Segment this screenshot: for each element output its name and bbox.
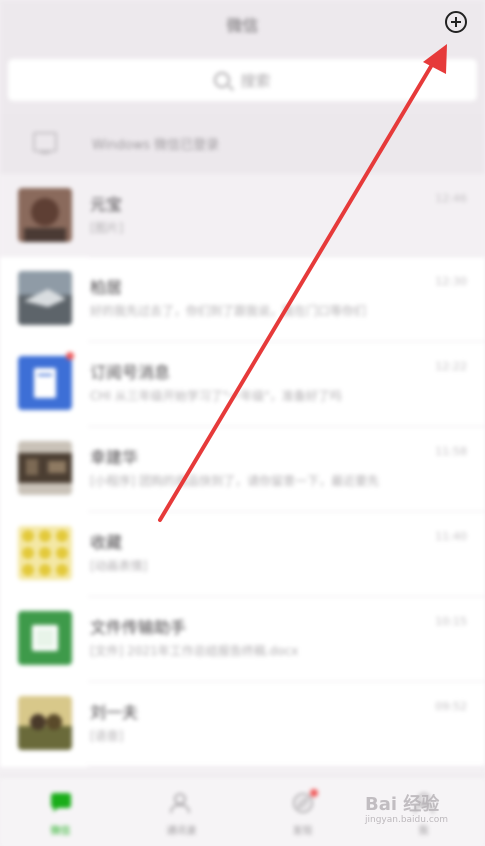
- chat-preview: [动画表情]: [90, 559, 148, 573]
- page-title: 微信: [226, 16, 259, 35]
- chat-name: 订阅号消息: [90, 363, 171, 382]
- search-box[interactable]: 搜索: [8, 59, 477, 101]
- chat-name: 文件传输助手: [90, 618, 187, 637]
- chat-item[interactable]: 文件传输助手 [文件] 2021年工作总结报告终稿.docx 10:15: [0, 597, 485, 682]
- tab-discover[interactable]: 发现: [242, 777, 363, 846]
- avatar: [18, 526, 72, 580]
- avatar: [18, 188, 72, 242]
- tab-label: 微信: [50, 826, 71, 837]
- chat-preview: [小程序] 团购的商品快到了，请你留意一下，最近要先: [90, 474, 380, 488]
- chat-item[interactable]: 元宝 [图片] 12:46: [0, 174, 485, 257]
- wechat-screen: 微信 搜索 Windows 微信已登录 元宝 [图片] 12:46 柏居 好的我…: [0, 0, 485, 846]
- chat-name: 柏居: [90, 278, 123, 297]
- chat-preview: [图片]: [90, 221, 124, 235]
- chat-item[interactable]: 收藏 [动画表情] 11:40: [0, 512, 485, 597]
- search-placeholder: 搜索: [8, 70, 477, 91]
- search-area: 搜索: [0, 48, 485, 114]
- chat-name: 幸建华: [90, 448, 139, 467]
- chat-item[interactable]: 刘一夫 [语音] 09:52: [0, 682, 485, 767]
- avatar: [18, 696, 72, 750]
- watermark: Bai 经验: [365, 794, 440, 815]
- chat-time: 12:46: [435, 192, 467, 205]
- tab-label: 发现: [292, 826, 313, 837]
- nav-bar: 微信: [0, 0, 485, 48]
- search-icon: [214, 72, 231, 88]
- chat-name: 元宝: [90, 195, 123, 214]
- discover-badge: [310, 789, 318, 797]
- avatar: [18, 441, 72, 495]
- tab-contacts[interactable]: 通讯录: [121, 777, 242, 846]
- monitor-icon: [33, 132, 57, 154]
- chat-preview: [语音]: [90, 729, 124, 743]
- blurred-content: 微信 搜索 Windows 微信已登录 元宝 [图片] 12:46 柏居 好的我…: [0, 0, 485, 846]
- windows-login-notice[interactable]: Windows 微信已登录: [0, 114, 485, 174]
- chat-time: 12:30: [435, 275, 467, 288]
- tab-label: 我: [418, 826, 429, 837]
- chat-item[interactable]: 订阅号消息 CHI 从三年级开始学习了"一年级"，准备好了吗 12:22: [0, 342, 485, 427]
- contacts-icon: [169, 793, 190, 814]
- chat-list: 元宝 [图片] 12:46 柏居 好的我先过去了，你们到了跟我说，我在门口等你们…: [0, 174, 485, 767]
- search-label: 搜索: [240, 72, 271, 90]
- chat-preview: [文件] 2021年工作总结报告终稿.docx: [90, 644, 299, 658]
- chat-name: 收藏: [90, 533, 123, 552]
- chat-item[interactable]: 柏居 好的我先过去了，你们到了跟我说，我在门口等你们 12:30: [0, 257, 485, 342]
- avatar: [18, 356, 72, 410]
- chat-time: 10:15: [435, 615, 467, 628]
- tab-chats[interactable]: 微信: [0, 777, 121, 846]
- unread-badge: [66, 352, 74, 360]
- chat-bubble-icon: [50, 793, 71, 812]
- chat-name: 刘一夫: [90, 703, 139, 722]
- chat-preview: 好的我先过去了，你们到了跟我说，我在门口等你们: [90, 304, 367, 318]
- chat-time: 12:22: [435, 360, 467, 373]
- avatar: [18, 611, 72, 665]
- watermark-sub: jingyan.baidu.com: [365, 815, 449, 825]
- chat-time: 11:40: [435, 530, 467, 543]
- avatar: [18, 271, 72, 325]
- chat-time: 09:52: [435, 700, 467, 713]
- tab-label: 通讯录: [166, 826, 197, 837]
- chat-preview: CHI 从三年级开始学习了"一年级"，准备好了吗: [90, 389, 342, 403]
- windows-login-text: Windows 微信已登录: [92, 138, 220, 153]
- add-button[interactable]: [445, 11, 467, 33]
- chat-item[interactable]: 幸建华 [小程序] 团购的商品快到了，请你留意一下，最近要先 11:58: [0, 427, 485, 512]
- chat-time: 11:58: [435, 445, 467, 458]
